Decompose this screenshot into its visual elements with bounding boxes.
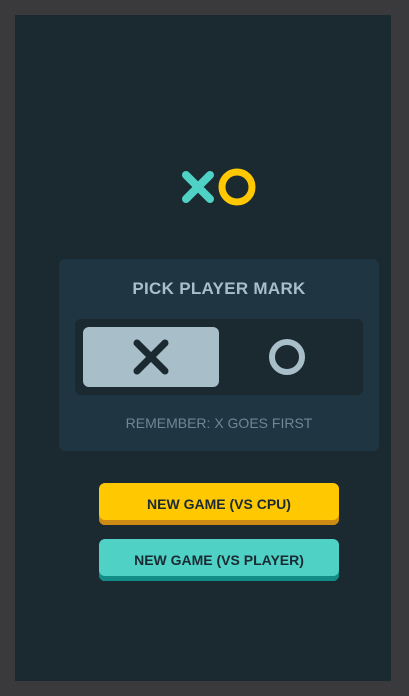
app-screen: PICK PLAYER MARK REMEMBER: X GOES FIRST … — [15, 15, 391, 681]
app-logo — [181, 167, 257, 207]
pick-mark-panel: PICK PLAYER MARK REMEMBER: X GOES FIRST — [59, 259, 379, 451]
x-icon — [133, 339, 169, 375]
mark-toggle — [75, 319, 363, 395]
new-game-vs-player-button[interactable]: NEW GAME (VS PLAYER) — [99, 539, 339, 581]
o-logo-icon — [218, 168, 256, 206]
pick-mark-title: PICK PLAYER MARK — [132, 279, 306, 298]
reminder-text: REMEMBER: X GOES FIRST — [125, 415, 313, 431]
x-logo-icon — [182, 171, 214, 203]
o-icon — [269, 339, 305, 375]
mark-option-o[interactable] — [219, 327, 355, 387]
new-game-vs-cpu-button[interactable]: NEW GAME (VS CPU) — [99, 483, 339, 525]
mark-option-x[interactable] — [83, 327, 219, 387]
